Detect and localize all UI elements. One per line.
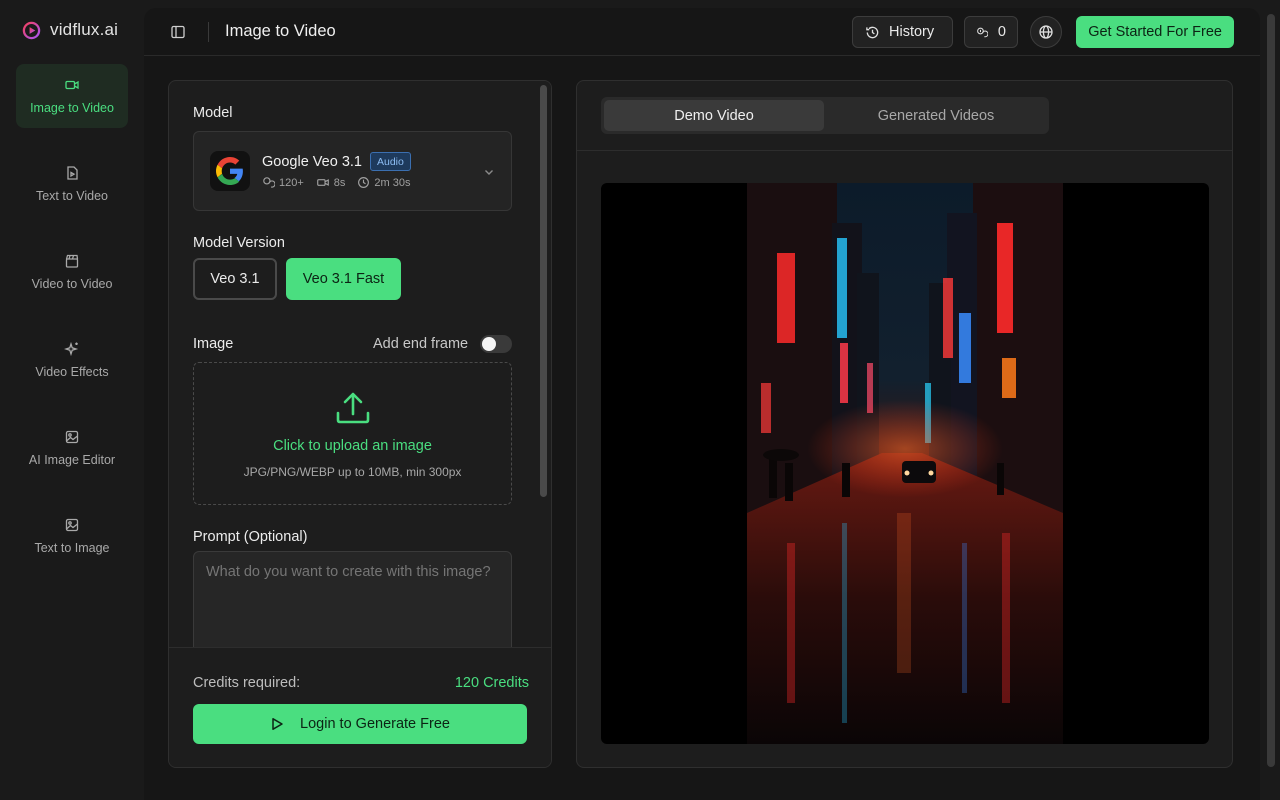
history-button[interactable]: History: [852, 16, 953, 48]
credits-required-label: Credits required:: [193, 675, 301, 691]
credits-required-value: 120 Credits: [454, 675, 529, 691]
tab-generated-videos[interactable]: Generated Videos: [826, 100, 1046, 131]
image-icon: [65, 518, 79, 532]
language-button[interactable]: [1030, 16, 1062, 48]
settings-panel: Model Google Veo 3.1 Audio 120+ 8s 2m 30…: [168, 80, 552, 768]
globe-icon: [1039, 25, 1053, 39]
generate-footer: Credits required: 120 Credits Login to G…: [169, 647, 551, 767]
model-version-label: Model Version: [193, 235, 285, 251]
window-scrollbar[interactable]: [1260, 0, 1280, 800]
model-credits-value: 120+: [279, 176, 304, 189]
page-title: Image to Video: [225, 22, 336, 40]
image-upload-dropzone[interactable]: Click to upload an image JPG/PNG/WEBP up…: [193, 362, 512, 505]
history-label: History: [889, 24, 935, 40]
clock-icon: [358, 177, 370, 188]
document-play-icon: [67, 166, 78, 180]
play-logo-icon: [22, 21, 41, 40]
upload-icon: [334, 389, 372, 427]
sidebar-item-label: Text to Image: [34, 541, 110, 555]
model-name: Google Veo 3.1: [262, 154, 362, 170]
coins-icon: [977, 27, 988, 37]
end-frame-toggle[interactable]: [480, 335, 512, 353]
login-to-generate-button[interactable]: Login to Generate Free: [193, 704, 527, 744]
sidebar-item-label: Text to Video: [35, 189, 109, 203]
image-label: Image: [193, 336, 234, 352]
window-scroll-thumb[interactable]: [1267, 14, 1275, 767]
credits-count: 0: [997, 24, 1006, 40]
end-frame-label: Add end frame: [373, 336, 469, 352]
sidebar: vidflux.ai Image to Video Text to Video …: [0, 0, 144, 800]
history-icon: [866, 26, 879, 38]
sparkles-icon: [64, 341, 79, 357]
demo-video-player[interactable]: [601, 183, 1209, 744]
panel-scrollbar[interactable]: [535, 81, 551, 647]
preview-panel: Demo Video Generated Videos: [576, 80, 1233, 768]
sidebar-item-label: Video Effects: [35, 365, 109, 379]
sidebar-item-image-to-video[interactable]: Image to Video: [16, 64, 128, 128]
play-icon: [272, 718, 283, 730]
model-duration-value: 8s: [333, 176, 346, 189]
login-label: Login to Generate Free: [300, 716, 450, 732]
brand-name: vidflux.ai: [50, 20, 119, 39]
upload-text: Click to upload an image: [273, 438, 432, 454]
model-label: Model: [193, 105, 233, 121]
model-select[interactable]: Google Veo 3.1 Audio 120+ 8s 2m 30s: [193, 131, 512, 211]
sidebar-item-label: Image to Video: [30, 101, 114, 115]
sidebar-item-video-effects[interactable]: Video Effects: [16, 328, 128, 392]
version-veo-3-1-fast-button[interactable]: Veo 3.1 Fast: [286, 258, 401, 300]
model-meta: 120+ 8s 2m 30s: [262, 176, 410, 189]
sidebar-item-label: AI Image Editor: [28, 453, 116, 467]
sidebar-item-label: Video to Video: [31, 277, 113, 291]
video-camera-icon: [65, 80, 79, 90]
image-icon: [65, 430, 79, 444]
model-time-value: 2m 30s: [374, 176, 411, 189]
brand-logo[interactable]: vidflux.ai: [22, 20, 118, 40]
coins-icon: [263, 177, 275, 188]
panel-scroll-thumb[interactable]: [540, 85, 547, 497]
audio-badge: Audio: [370, 152, 411, 171]
sidebar-item-text-to-video[interactable]: Text to Video: [16, 152, 128, 216]
model-time: 2m 30s: [357, 176, 410, 189]
video-camera-icon: [316, 179, 329, 186]
model-duration: 8s: [316, 176, 346, 189]
clapperboard-icon: [65, 254, 79, 268]
sidebar-item-text-to-image[interactable]: Text to Image: [16, 504, 128, 568]
sidebar-toggle-icon[interactable]: [170, 24, 186, 40]
get-started-button[interactable]: Get Started For Free: [1076, 16, 1234, 48]
sidebar-item-video-to-video[interactable]: Video to Video: [16, 240, 128, 304]
preview-divider: [577, 150, 1232, 151]
google-logo-icon: [210, 151, 250, 191]
model-credits: 120+: [262, 176, 304, 189]
version-veo-3-1-button[interactable]: Veo 3.1: [193, 258, 277, 300]
prompt-input[interactable]: [193, 551, 512, 661]
topbar-divider: [208, 22, 209, 42]
credits-button[interactable]: 0: [964, 16, 1018, 48]
tab-demo-video[interactable]: Demo Video: [604, 100, 824, 131]
demo-video-frame: [747, 183, 1063, 744]
sidebar-item-ai-image-editor[interactable]: AI Image Editor: [16, 416, 128, 480]
upload-hint: JPG/PNG/WEBP up to 10MB, min 300px: [243, 465, 462, 479]
preview-tabs: Demo Video Generated Videos: [601, 97, 1049, 134]
toggle-knob: [482, 337, 496, 351]
top-bar: Image to Video History 0 Get Started For…: [144, 8, 1260, 56]
prompt-label: Prompt (Optional): [193, 529, 308, 545]
main-area: Image to Video History 0 Get Started For…: [144, 8, 1260, 800]
chevron-down-icon: [483, 165, 495, 177]
